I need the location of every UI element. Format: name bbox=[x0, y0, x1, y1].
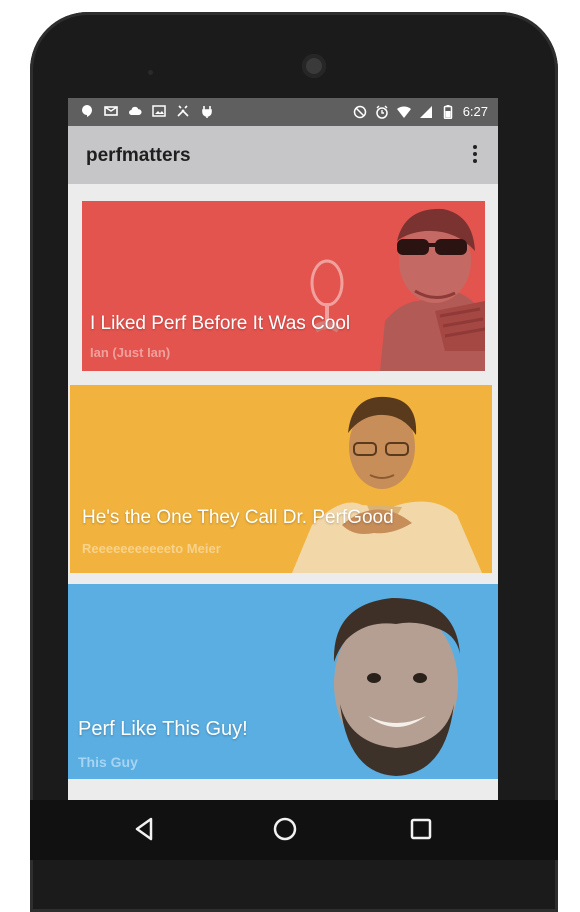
proximity-sensor bbox=[148, 70, 153, 75]
notification-icons bbox=[80, 104, 214, 118]
gallery-icon bbox=[152, 105, 166, 117]
card-ian[interactable]: I Liked Perf Before It Was Cool Ian (Jus… bbox=[82, 201, 485, 371]
card-photo-reto bbox=[292, 396, 482, 573]
card-photo-this-guy bbox=[333, 598, 460, 776]
plug-icon bbox=[202, 106, 212, 118]
card-this-guy[interactable]: Perf Like This Guy! This Guy bbox=[68, 584, 498, 779]
card-title: I Liked Perf Before It Was Cool bbox=[90, 313, 351, 334]
status-bar: 6:27 bbox=[68, 98, 498, 126]
card-subtitle: This Guy bbox=[78, 754, 138, 770]
card-subtitle: Reeeeeeeeeeeto Meier bbox=[82, 541, 221, 556]
alarm-icon bbox=[375, 105, 388, 119]
status-time: 6:27 bbox=[462, 104, 488, 119]
card-reto[interactable]: He's the One They Call Dr. PerfGood Reee… bbox=[70, 385, 492, 573]
front-camera bbox=[302, 54, 326, 78]
card-photo-ian bbox=[310, 208, 485, 371]
card-subtitle: Ian (Just Ian) bbox=[90, 345, 171, 360]
do-not-disturb-icon bbox=[353, 105, 366, 118]
back-icon[interactable] bbox=[130, 814, 160, 844]
card-title: He's the One They Call Dr. PerfGood bbox=[82, 507, 394, 528]
hangouts-icon bbox=[82, 105, 92, 117]
signal-icon bbox=[419, 105, 432, 118]
recents-icon[interactable] bbox=[406, 814, 436, 844]
card-title: Perf Like This Guy! bbox=[78, 718, 248, 740]
tools-icon bbox=[177, 105, 189, 117]
app-title: perfmatters bbox=[86, 145, 191, 166]
app-bar: perfmatters bbox=[68, 126, 498, 184]
app-screen: 6:27 perfmatters I Liked Perf Before It … bbox=[68, 98, 498, 813]
cloud-icon bbox=[129, 106, 142, 115]
overflow-menu-button[interactable] bbox=[462, 141, 488, 169]
mail-icon bbox=[104, 106, 118, 116]
battery-icon bbox=[443, 104, 452, 119]
system-icons: 6:27 bbox=[353, 104, 488, 119]
nav-bar bbox=[30, 800, 558, 860]
home-icon[interactable] bbox=[270, 814, 300, 844]
wifi-icon bbox=[396, 105, 411, 118]
